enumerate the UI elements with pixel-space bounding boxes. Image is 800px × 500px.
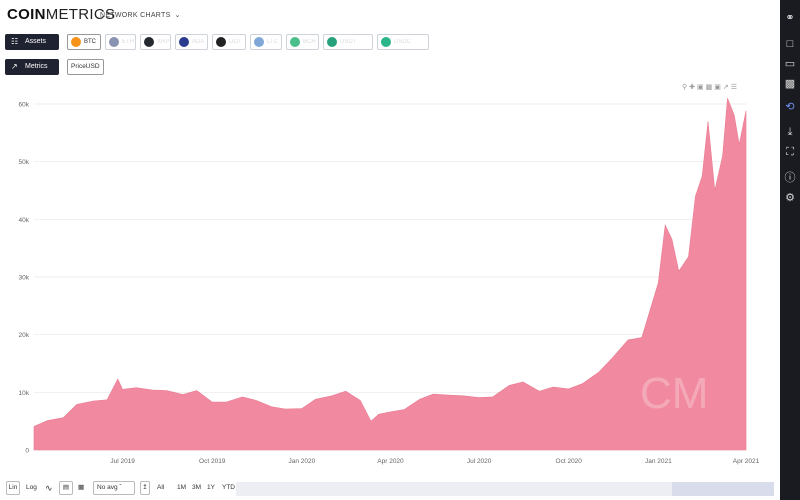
- asset-pill-label: DOT: [229, 39, 242, 45]
- x-tick-label: Jan 2021: [645, 458, 672, 465]
- asset-pill-label: LTC: [267, 39, 278, 45]
- x-tick-label: Oct 2020: [556, 458, 583, 465]
- y-tick-label: 10k: [19, 390, 30, 397]
- area-type-icon[interactable]: ▤: [59, 481, 73, 495]
- asset-pill-label: USDC: [394, 39, 412, 45]
- x-tick-label: Oct 2019: [199, 458, 226, 465]
- range-button-ytd[interactable]: YTD: [222, 481, 235, 495]
- average-select-label: No avg: [97, 484, 118, 491]
- asset-pill-dot[interactable]: DOT: [212, 34, 246, 50]
- btc-coin-icon: [71, 37, 81, 47]
- usdc-coin-icon: [381, 37, 391, 47]
- x-tick-label: Jul 2019: [110, 458, 135, 465]
- app-window: COINMETRICS NETWORK CHARTS ⌄ ☷ Assets BTC…: [0, 0, 800, 500]
- watermark: CM: [640, 369, 708, 418]
- dot-coin-icon: [216, 37, 226, 47]
- asset-pill-xrp[interactable]: XRP: [140, 34, 171, 50]
- price-chart[interactable]: 0 10k 20k 30k 40k 50k 60k Jul 2019 Oct 2019 Jan …: [0, 90, 780, 470]
- folder-icon[interactable]: ▭: [782, 56, 798, 72]
- info-icon[interactable]: ⓘ: [782, 170, 798, 186]
- asset-pill-bch[interactable]: BCH: [286, 34, 319, 50]
- y-axis: 0 10k 20k 30k 40k 50k 60k: [19, 102, 30, 455]
- asset-pill-ltc[interactable]: LTC: [250, 34, 282, 50]
- y-tick-label: 50k: [19, 159, 30, 166]
- logo-bold: COIN: [7, 6, 46, 23]
- settings-icon[interactable]: ⚙: [782, 190, 798, 206]
- line-type-icon[interactable]: ∿: [45, 481, 53, 495]
- ltc-coin-icon: [254, 37, 264, 47]
- metric-pill-label: PriceUSD: [71, 63, 100, 70]
- asset-pill-eth[interactable]: ETH: [105, 34, 136, 50]
- range-button-3m[interactable]: 3M: [192, 481, 201, 495]
- network-charts-label: NETWORK CHARTS: [100, 12, 171, 19]
- usdt-coin-icon: [327, 37, 337, 47]
- log-label: Log: [26, 484, 37, 491]
- y-tick-label: 60k: [19, 102, 30, 109]
- network-charts-dropdown[interactable]: NETWORK CHARTS ⌄: [100, 11, 181, 19]
- log-button[interactable]: Log: [26, 481, 37, 495]
- navigator-selection[interactable]: [672, 482, 774, 496]
- asset-pill-label: BTC: [84, 39, 96, 45]
- x-tick-label: Apr 2020: [377, 458, 404, 465]
- lin-button[interactable]: Lin: [6, 481, 20, 495]
- eth-coin-icon: [109, 37, 119, 47]
- metric-pill-priceusd[interactable]: PriceUSD: [67, 59, 104, 75]
- range-button-1y[interactable]: 1Y: [207, 481, 215, 495]
- bar-type-icon[interactable]: ▩: [78, 481, 84, 495]
- share-icon[interactable]: ⟲: [782, 99, 798, 115]
- asset-pill-label: XRP: [157, 39, 170, 45]
- key-icon[interactable]: ⚭: [782, 10, 798, 26]
- fullscreen-icon[interactable]: ⛶: [782, 144, 798, 160]
- x-axis: Jul 2019 Oct 2019 Jan 2020 Apr 2020 Jul 2020…: [110, 458, 759, 465]
- lin-label: Lin: [8, 484, 18, 491]
- assets-button-label: Assets: [25, 38, 47, 45]
- asset-pill-label: USDT: [340, 39, 357, 45]
- metrics-button-label: Metrics: [25, 63, 48, 70]
- xrp-coin-icon: [144, 37, 154, 47]
- asset-pill-label: ETH: [122, 39, 134, 45]
- assets-button[interactable]: ☷ Assets: [5, 34, 59, 50]
- asset-pill-label: BCH: [303, 39, 316, 45]
- download-icon[interactable]: ⤓: [782, 124, 798, 140]
- asset-pill-usdc[interactable]: USDC: [377, 34, 429, 50]
- layers-icon: ☷: [11, 37, 19, 46]
- right-sidebar: ⚭ □ ▭ ▩ ⟲ ⤓ ⛶ ⓘ ⚙: [780, 0, 800, 500]
- bch-coin-icon: [290, 37, 300, 47]
- main-area: COINMETRICS NETWORK CHARTS ⌄ ☷ Assets BTC…: [0, 0, 780, 500]
- metrics-button[interactable]: ↗ Metrics: [5, 59, 59, 75]
- y-tick-label: 0: [25, 448, 29, 455]
- trend-icon: ↗: [11, 62, 18, 71]
- y-tick-label: 40k: [19, 217, 30, 224]
- average-select[interactable]: No avg ˆ: [93, 481, 135, 495]
- x-tick-label: Apr 2021: [733, 458, 760, 465]
- header: COINMETRICS NETWORK CHARTS ⌄: [0, 0, 780, 30]
- ada-coin-icon: [179, 37, 189, 47]
- range-start-icon[interactable]: ↥: [140, 481, 150, 495]
- asset-pill-btc[interactable]: BTC: [67, 34, 101, 50]
- save-icon[interactable]: ▩: [782, 76, 798, 92]
- chevron-down-icon: ⌄: [174, 12, 181, 19]
- new-file-icon[interactable]: □: [782, 36, 798, 52]
- range-button-all[interactable]: All: [157, 481, 164, 495]
- y-tick-label: 20k: [19, 332, 30, 339]
- asset-pill-usdt[interactable]: USDT: [323, 34, 373, 50]
- y-tick-label: 30k: [19, 275, 30, 282]
- x-tick-label: Jul 2020: [467, 458, 492, 465]
- range-button-1m[interactable]: 1M: [177, 481, 186, 495]
- x-tick-label: Jan 2020: [288, 458, 315, 465]
- asset-pill-ada[interactable]: ADA: [175, 34, 208, 50]
- chevron-up-icon: ˆ: [119, 484, 122, 491]
- asset-pill-label: ADA: [192, 39, 205, 45]
